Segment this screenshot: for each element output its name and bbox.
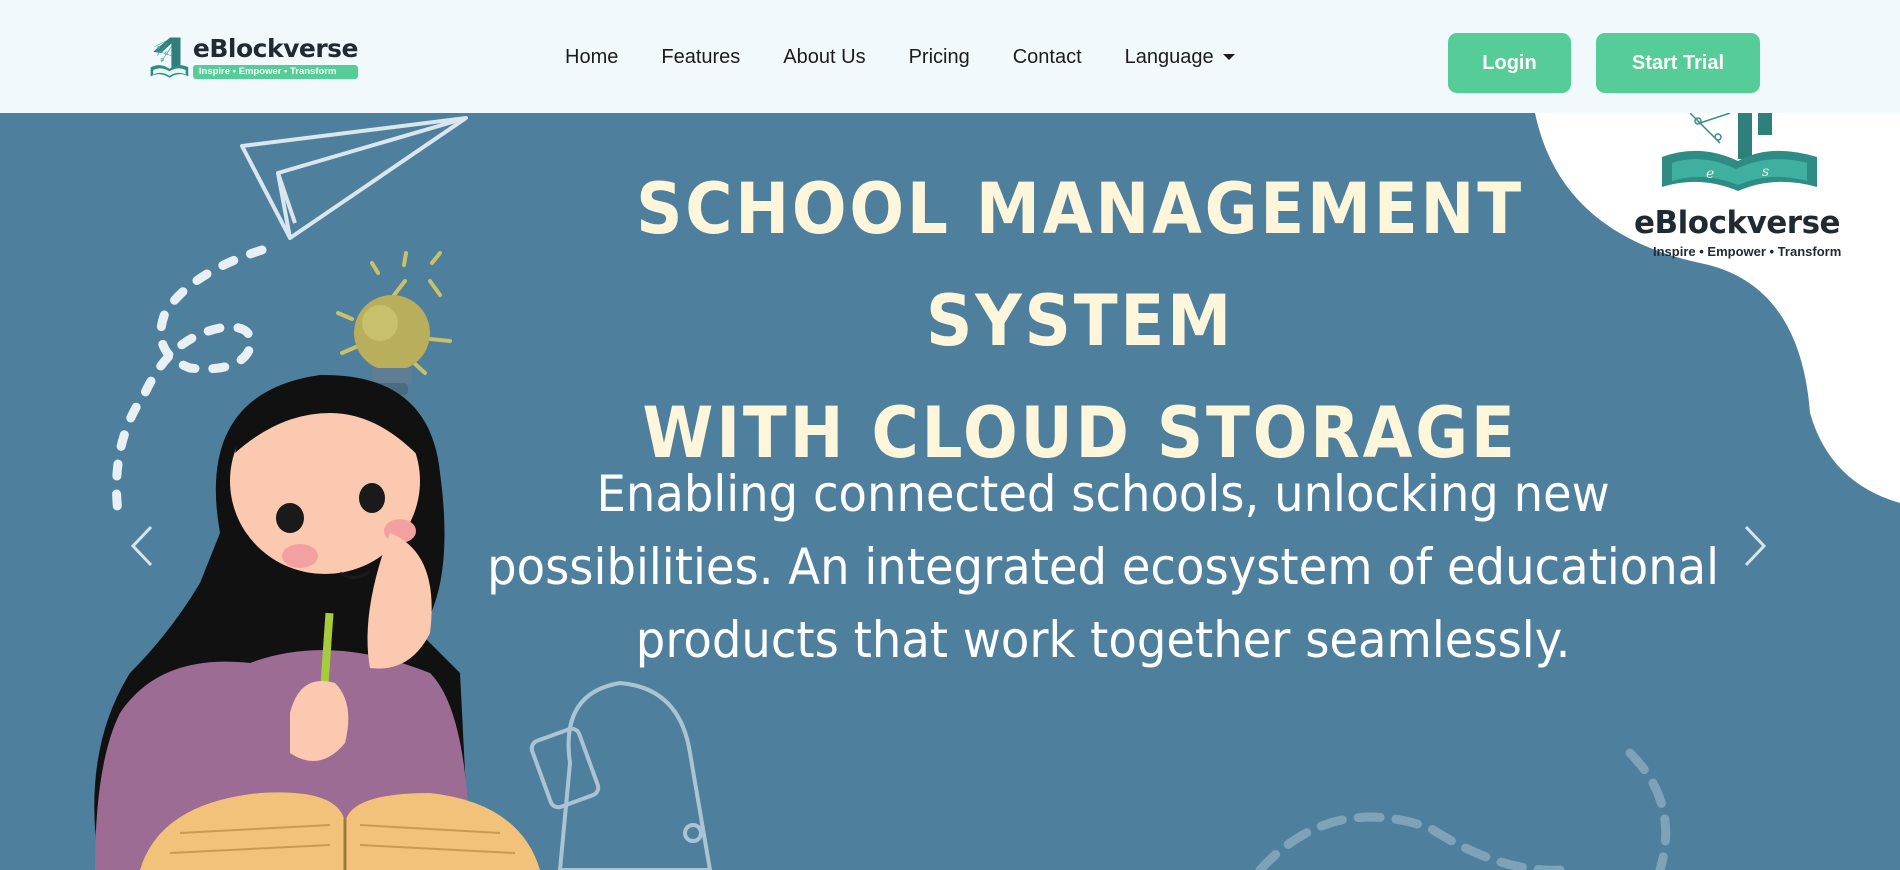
brand-tagline: Inspire • Empower • Transform: [192, 65, 358, 79]
brand-text: eBlockverse Inspire • Empower • Transfor…: [192, 34, 359, 79]
hero-description-line-3: products that work together seamlessly.: [635, 611, 1571, 669]
brand-logo-icon: [150, 37, 189, 78]
paper-plane-icon: [240, 116, 468, 240]
start-trial-button[interactable]: Start Trial: [1596, 33, 1760, 93]
brand-logo-link[interactable]: eBlockverse Inspire • Empower • Transfor…: [148, 20, 359, 94]
nav-link-contact[interactable]: Contact: [1013, 40, 1082, 74]
main-nav: Home Features About Us Pricing Contact L…: [565, 40, 1278, 74]
hero-description-line-2: possibilities. An integrated ecosystem o…: [487, 538, 1720, 596]
nav-link-pricing[interactable]: Pricing: [909, 40, 970, 74]
corner-brand-logo: e s eBlockverse Inspire • Empower • Tran…: [1620, 113, 1842, 263]
hero-carousel: e s eBlockverse Inspire • Empower • Tran…: [0, 113, 1900, 870]
language-label: Language: [1124, 46, 1214, 68]
chevron-right-icon[interactable]: [1740, 523, 1770, 569]
login-button[interactable]: Login: [1448, 33, 1571, 93]
hero-title-line-1: SCHOOL MANAGEMENT SYSTEM: [636, 168, 1524, 362]
corner-logo-icon: e s: [1662, 113, 1817, 191]
svg-text:s: s: [1762, 164, 1769, 180]
backpack-sketch: [529, 680, 713, 870]
hero-description: Enabling connected schools, unlocking ne…: [480, 458, 1726, 677]
corner-brand-name: eBlockverse: [1634, 205, 1841, 241]
caret-down-icon: [1222, 54, 1235, 60]
hero-title: SCHOOL MANAGEMENT SYSTEM WITH CLOUD STOR…: [528, 153, 1632, 489]
nav-link-features[interactable]: Features: [661, 40, 740, 74]
brand-name: eBlockverse: [192, 34, 359, 63]
hero-description-line-1: Enabling connected schools, unlocking ne…: [596, 465, 1610, 523]
corner-brand-tagline: Inspire • Empower • Transform: [1653, 244, 1842, 259]
dashed-curve: [1255, 748, 1671, 870]
svg-text:e: e: [1706, 166, 1714, 182]
girl-reading-illustration: [94, 374, 540, 870]
navbar: eBlockverse Inspire • Empower • Transfor…: [0, 0, 1900, 113]
language-dropdown[interactable]: Language: [1125, 40, 1235, 74]
nav-link-about-us[interactable]: About Us: [783, 40, 865, 74]
nav-link-home[interactable]: Home: [565, 40, 618, 74]
chevron-left-icon[interactable]: [127, 523, 157, 569]
